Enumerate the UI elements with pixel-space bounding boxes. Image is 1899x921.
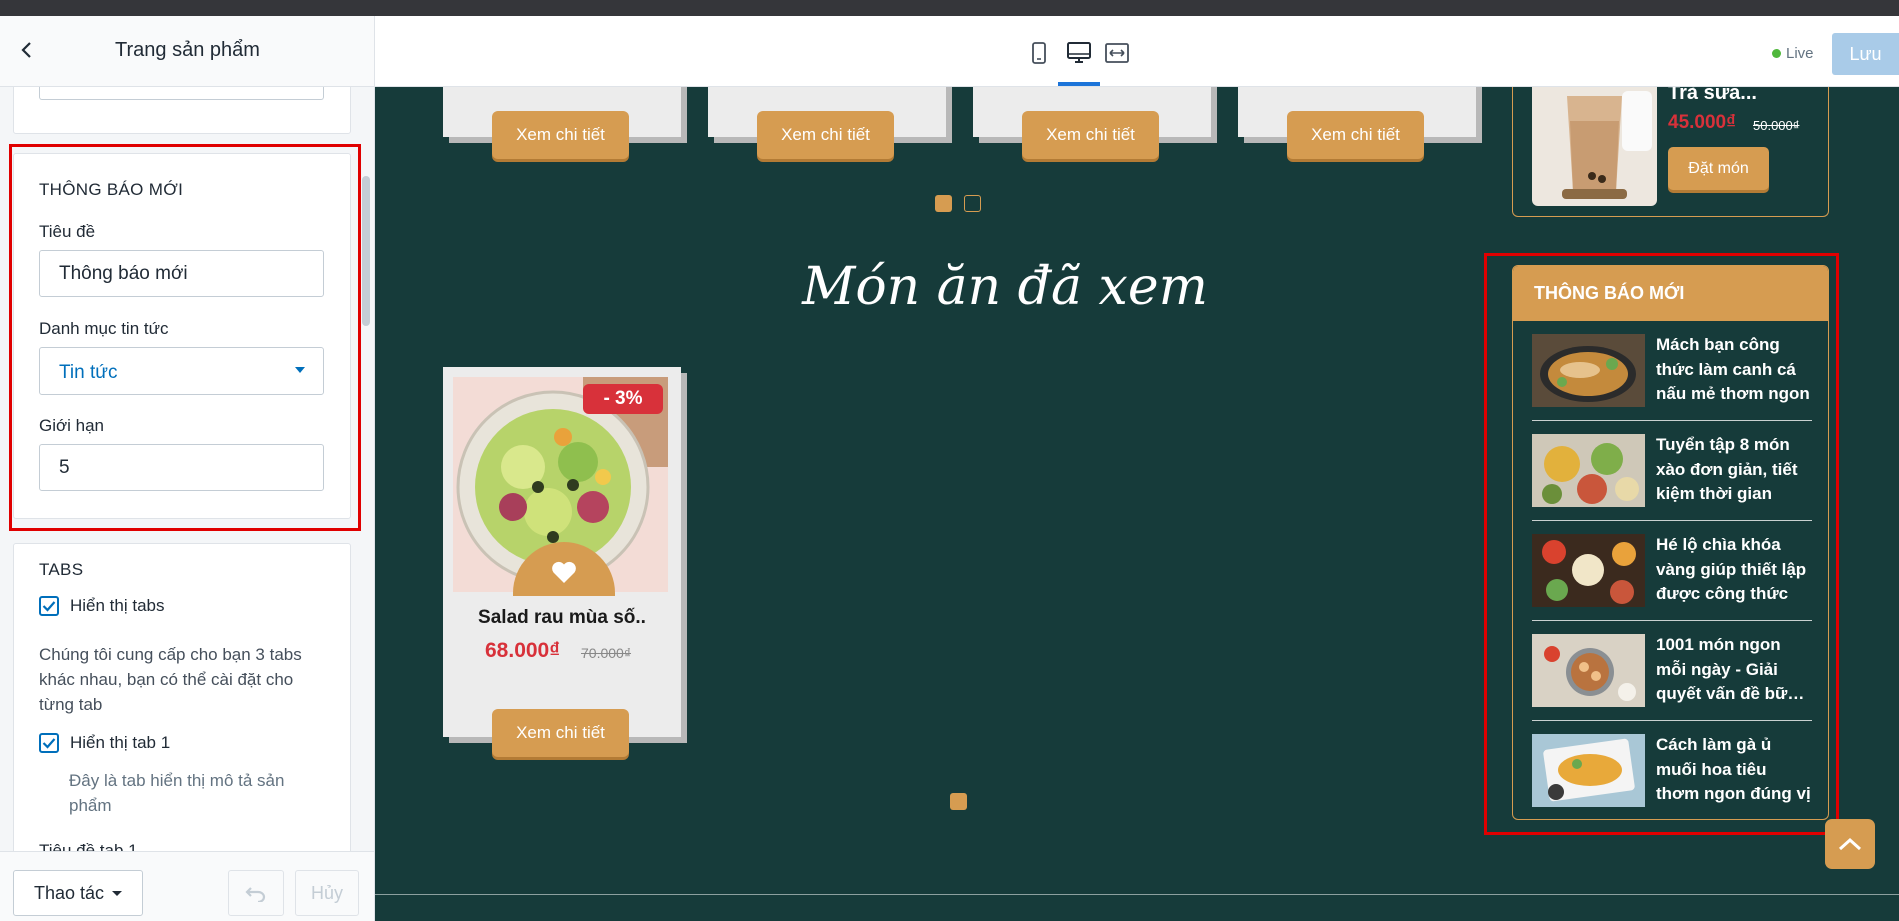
- category-label: Danh mục tin tức: [39, 319, 169, 338]
- fullwidth-icon: [1105, 43, 1129, 63]
- view-detail-button[interactable]: Xem chi tiết: [492, 111, 629, 159]
- notify-section-title: THÔNG BÁO MỚI: [39, 180, 184, 199]
- save-button[interactable]: Lưu: [1832, 33, 1899, 75]
- panel-header: Trang sản phẩm: [0, 16, 374, 87]
- notify-settings-card: THÔNG BÁO MỚI Tiêu đề Danh mục tin tức T…: [13, 153, 351, 519]
- undo-icon: [245, 887, 266, 902]
- carousel-dot[interactable]: [964, 195, 981, 212]
- carousel-dot-active[interactable]: [935, 195, 952, 212]
- mobile-view-button[interactable]: [1026, 40, 1052, 66]
- news-title[interactable]: 1001 món ngon mỗi ngày - Giải quyết vấn …: [1656, 633, 1811, 707]
- news-thumbnail[interactable]: [1532, 334, 1645, 407]
- limit-input[interactable]: [39, 444, 324, 491]
- show-tabs-label: Hiển thị tabs: [70, 596, 165, 615]
- caret-down-icon: [112, 890, 123, 896]
- discount-badge: - 3%: [583, 384, 663, 414]
- view-detail-button[interactable]: Xem chi tiết: [492, 709, 629, 757]
- news-item[interactable]: Mách bạn công thức làm canh cá nấu mẻ th…: [1532, 321, 1812, 421]
- viewed-product-old-price: 70.000₫: [581, 645, 632, 661]
- view-detail-button[interactable]: Xem chi tiết: [1022, 111, 1159, 159]
- news-title[interactable]: Cách làm gà ủ muối hoa tiêu thơm ngon đú…: [1656, 733, 1811, 807]
- news-thumbnail[interactable]: [1532, 634, 1645, 707]
- show-tab1-checkbox-row[interactable]: Hiển thị tab 1: [39, 733, 170, 753]
- order-button[interactable]: Đặt món: [1668, 147, 1769, 190]
- category-select[interactable]: Tin tức: [39, 347, 324, 395]
- show-tab1-checkbox[interactable]: [39, 733, 59, 753]
- news-item[interactable]: Tuyển tập 8 món xào đơn giản, tiết kiệm …: [1532, 421, 1812, 521]
- live-label: Live: [1786, 45, 1814, 62]
- cancel-button[interactable]: Hủy: [295, 870, 359, 916]
- previous-input-stub: [39, 87, 324, 100]
- live-dot-icon: [1772, 49, 1781, 58]
- desktop-icon: [1067, 42, 1091, 63]
- editor-panel: Trang sản phẩm THÔNG BÁO MỚI Tiêu đề Dan…: [0, 16, 375, 921]
- tab1-title-label: Tiêu đề tab 1: [39, 841, 138, 851]
- fullwidth-view-button[interactable]: [1104, 40, 1130, 66]
- show-tabs-checkbox-row[interactable]: Hiển thị tabs: [39, 596, 165, 616]
- news-title[interactable]: Tuyển tập 8 món xào đơn giản, tiết kiệm …: [1656, 433, 1811, 507]
- show-tabs-checkbox[interactable]: [39, 596, 59, 616]
- sidebar-product-widget: Trà sữa... 45.000₫ 50.000₫ Đặt món: [1512, 87, 1829, 217]
- footer-divider: [375, 894, 1899, 895]
- panel-scrollbar[interactable]: [362, 176, 370, 326]
- carousel-dot-active[interactable]: [950, 793, 967, 810]
- show-tab1-label: Hiển thị tab 1: [70, 733, 171, 752]
- news-item[interactable]: 1001 món ngon mỗi ngày - Giải quyết vấn …: [1532, 621, 1812, 721]
- sidebar-product-price: 45.000₫: [1668, 112, 1736, 133]
- viewed-product-name[interactable]: Salad rau mùa số..: [443, 607, 681, 629]
- caret-down-icon: [295, 367, 305, 373]
- browser-bookmarks-bar: [0, 0, 1899, 16]
- store-preview-canvas: Xem chi tiết Xem chi tiết Xem chi tiết X…: [375, 87, 1899, 921]
- limit-label: Giới hạn: [39, 416, 105, 435]
- milk-tea-image[interactable]: [1532, 87, 1657, 206]
- viewed-product-card[interactable]: - 3% Salad rau mùa số.. 68.000₫ 70.000₫: [443, 367, 681, 737]
- tab1-help-text: Đây là tab hiển thị mô tả sản phẩm: [69, 771, 285, 815]
- live-status-badge: Live: [1772, 45, 1814, 62]
- checkmark-icon: [42, 601, 56, 612]
- chevron-up-icon: [1838, 837, 1862, 851]
- view-detail-button[interactable]: Xem chi tiết: [1287, 111, 1424, 159]
- panel-footer: Thao tác Hủy: [0, 851, 374, 921]
- news-item[interactable]: Cách làm gà ủ muối hoa tiêu thơm ngon đú…: [1532, 721, 1812, 819]
- viewed-section-heading: Món ăn đã xem: [802, 257, 1208, 317]
- news-widget-title: THÔNG BÁO MỚI: [1513, 266, 1828, 321]
- heart-icon: [552, 561, 576, 583]
- tabs-section-title: TABS: [39, 560, 84, 579]
- news-thumbnail[interactable]: [1532, 434, 1645, 507]
- desktop-view-button[interactable]: [1066, 40, 1092, 66]
- viewed-product-price: 68.000₫: [485, 639, 561, 662]
- tabs-settings-card: TABS Hiển thị tabs Chúng tôi cung cấp ch…: [13, 543, 351, 851]
- mobile-icon: [1032, 42, 1046, 64]
- undo-button[interactable]: [228, 870, 284, 916]
- title-input[interactable]: [39, 250, 324, 297]
- scroll-to-top-button[interactable]: [1825, 819, 1875, 869]
- actions-label: Thao tác: [33, 882, 105, 903]
- sidebar-product-old-price: 50.000₫: [1753, 118, 1800, 133]
- previous-settings-card: [13, 87, 351, 134]
- news-thumbnail[interactable]: [1532, 734, 1645, 807]
- news-widget: THÔNG BÁO MỚI Mách bạn công thức làm can…: [1512, 265, 1829, 820]
- actions-dropdown-button[interactable]: Thao tác: [13, 870, 143, 916]
- news-thumbnail[interactable]: [1532, 534, 1645, 607]
- active-device-indicator: [1058, 82, 1100, 86]
- top-toolbar: Live Lưu: [375, 16, 1899, 87]
- settings-scroll-area[interactable]: THÔNG BÁO MỚI Tiêu đề Danh mục tin tức T…: [0, 87, 374, 851]
- view-detail-button[interactable]: Xem chi tiết: [757, 111, 894, 159]
- panel-title: Trang sản phẩm: [115, 39, 260, 61]
- sidebar-product-name[interactable]: Trà sữa...: [1668, 87, 1757, 105]
- news-item[interactable]: Hé lộ chìa khóa vàng giúp thiết lập được…: [1532, 521, 1812, 621]
- checkmark-icon: [42, 738, 56, 749]
- tabs-description: Chúng tôi cung cấp cho bạn 3 tabs khác n…: [39, 645, 302, 714]
- category-select-value: Tin tức: [59, 362, 118, 383]
- news-title[interactable]: Hé lộ chìa khóa vàng giúp thiết lập được…: [1656, 533, 1811, 607]
- title-label: Tiêu đề: [39, 222, 96, 241]
- news-title[interactable]: Mách bạn công thức làm canh cá nấu mẻ th…: [1656, 333, 1811, 407]
